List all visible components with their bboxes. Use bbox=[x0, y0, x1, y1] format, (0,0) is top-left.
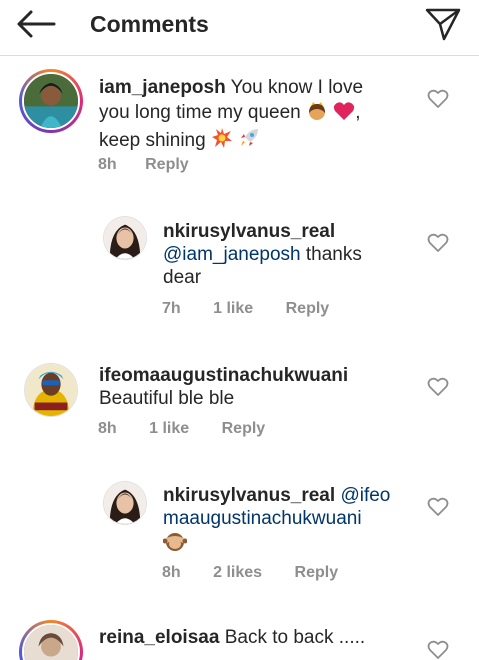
back-button[interactable] bbox=[14, 8, 58, 40]
mention-link[interactable]: @iam_janeposh bbox=[163, 244, 301, 265]
like-heart-button[interactable] bbox=[427, 377, 449, 397]
likes-count-link[interactable]: 1 like bbox=[149, 420, 189, 438]
avatar-image bbox=[25, 364, 77, 416]
red-heart-emoji-icon bbox=[333, 101, 355, 127]
comment-text-line-2: you long time my queen bbox=[99, 102, 301, 123]
avatar[interactable] bbox=[19, 69, 83, 133]
avatar-image bbox=[24, 625, 78, 660]
avatar-image bbox=[104, 217, 146, 259]
avatar[interactable] bbox=[19, 620, 83, 660]
direct-send-icon bbox=[425, 8, 461, 41]
mention-link[interactable]: @ifeo bbox=[340, 485, 390, 506]
share-button[interactable] bbox=[422, 5, 464, 43]
comment-text-line-3: , bbox=[355, 102, 361, 123]
heart-outline-icon bbox=[427, 497, 449, 516]
comment-text-line-1: Beautiful ble ble bbox=[99, 388, 235, 409]
heart-outline-icon bbox=[427, 89, 449, 108]
heart-outline-icon bbox=[427, 377, 449, 396]
comment-text-line-1: thanks bbox=[305, 244, 362, 265]
comment-timestamp: 8h bbox=[98, 420, 117, 437]
mention-link-continued[interactable]: maaugustinachukwuani bbox=[163, 508, 362, 529]
reply-button[interactable]: Reply bbox=[286, 300, 330, 318]
reply-button[interactable]: Reply bbox=[145, 156, 189, 174]
comment-text-line-2: dear bbox=[163, 267, 202, 288]
reply-button[interactable]: Reply bbox=[222, 420, 266, 438]
reply-button[interactable]: Reply bbox=[295, 564, 339, 582]
back-arrow-icon bbox=[17, 10, 56, 38]
page-title: Comments bbox=[90, 11, 209, 37]
like-heart-button[interactable] bbox=[427, 640, 449, 660]
comment-timestamp: 7h bbox=[162, 300, 181, 317]
comment-meta: 7h 1 like Reply bbox=[162, 300, 329, 318]
comment-text: nkirusylvanus_real @ifeo maaugustinachuk… bbox=[162, 484, 423, 558]
avatar-image bbox=[104, 482, 146, 524]
avatar[interactable] bbox=[103, 481, 147, 525]
comment-meta: 8h 1 like Reply bbox=[98, 420, 265, 438]
comment-username[interactable]: iam_janeposh bbox=[99, 77, 226, 98]
comment-timestamp: 8h bbox=[98, 156, 117, 173]
comment-username[interactable]: ifeomaaugustinachukwuani bbox=[99, 365, 348, 386]
rocket-emoji-icon bbox=[238, 127, 260, 155]
comment-text-line-1: Back to back ..... bbox=[224, 627, 366, 648]
likes-count-link[interactable]: 1 like bbox=[213, 300, 253, 318]
avatar-image bbox=[24, 74, 78, 128]
comment-text: iam_janeposh You know I love you long ti… bbox=[99, 76, 399, 155]
comment-timestamp: 8h bbox=[162, 564, 181, 581]
like-heart-button[interactable] bbox=[427, 497, 449, 517]
comment-text: ifeomaaugustinachukwuani Beautiful ble b… bbox=[99, 364, 419, 410]
heart-outline-icon bbox=[427, 640, 449, 659]
comment-text: reina_eloisaa Back to back ..... bbox=[99, 626, 419, 649]
collision-emoji-icon bbox=[211, 127, 233, 155]
header-bar: Comments bbox=[0, 0, 479, 56]
like-heart-button[interactable] bbox=[427, 233, 449, 253]
comment-username[interactable]: nkirusylvanus_real bbox=[163, 221, 335, 242]
comment-meta: 8h 2 likes Reply bbox=[162, 564, 338, 582]
princess-emoji-icon bbox=[306, 99, 328, 127]
comment-username[interactable]: reina_eloisaa bbox=[99, 627, 219, 648]
likes-count-link[interactable]: 2 likes bbox=[213, 564, 262, 582]
comment-text-line-4: keep shining bbox=[99, 130, 206, 151]
avatar[interactable] bbox=[103, 216, 147, 260]
comment-meta: 8h Reply bbox=[98, 156, 189, 174]
comment-text-line-1: You know I love bbox=[230, 77, 364, 98]
comment-username[interactable]: nkirusylvanus_real bbox=[163, 485, 335, 506]
see-no-evil-monkey-emoji-icon bbox=[162, 530, 188, 558]
heart-outline-icon bbox=[427, 233, 449, 252]
comment-text: nkirusylvanus_real @iam_janeposh thanks … bbox=[163, 220, 423, 289]
avatar[interactable] bbox=[24, 363, 78, 417]
like-heart-button[interactable] bbox=[427, 89, 449, 109]
